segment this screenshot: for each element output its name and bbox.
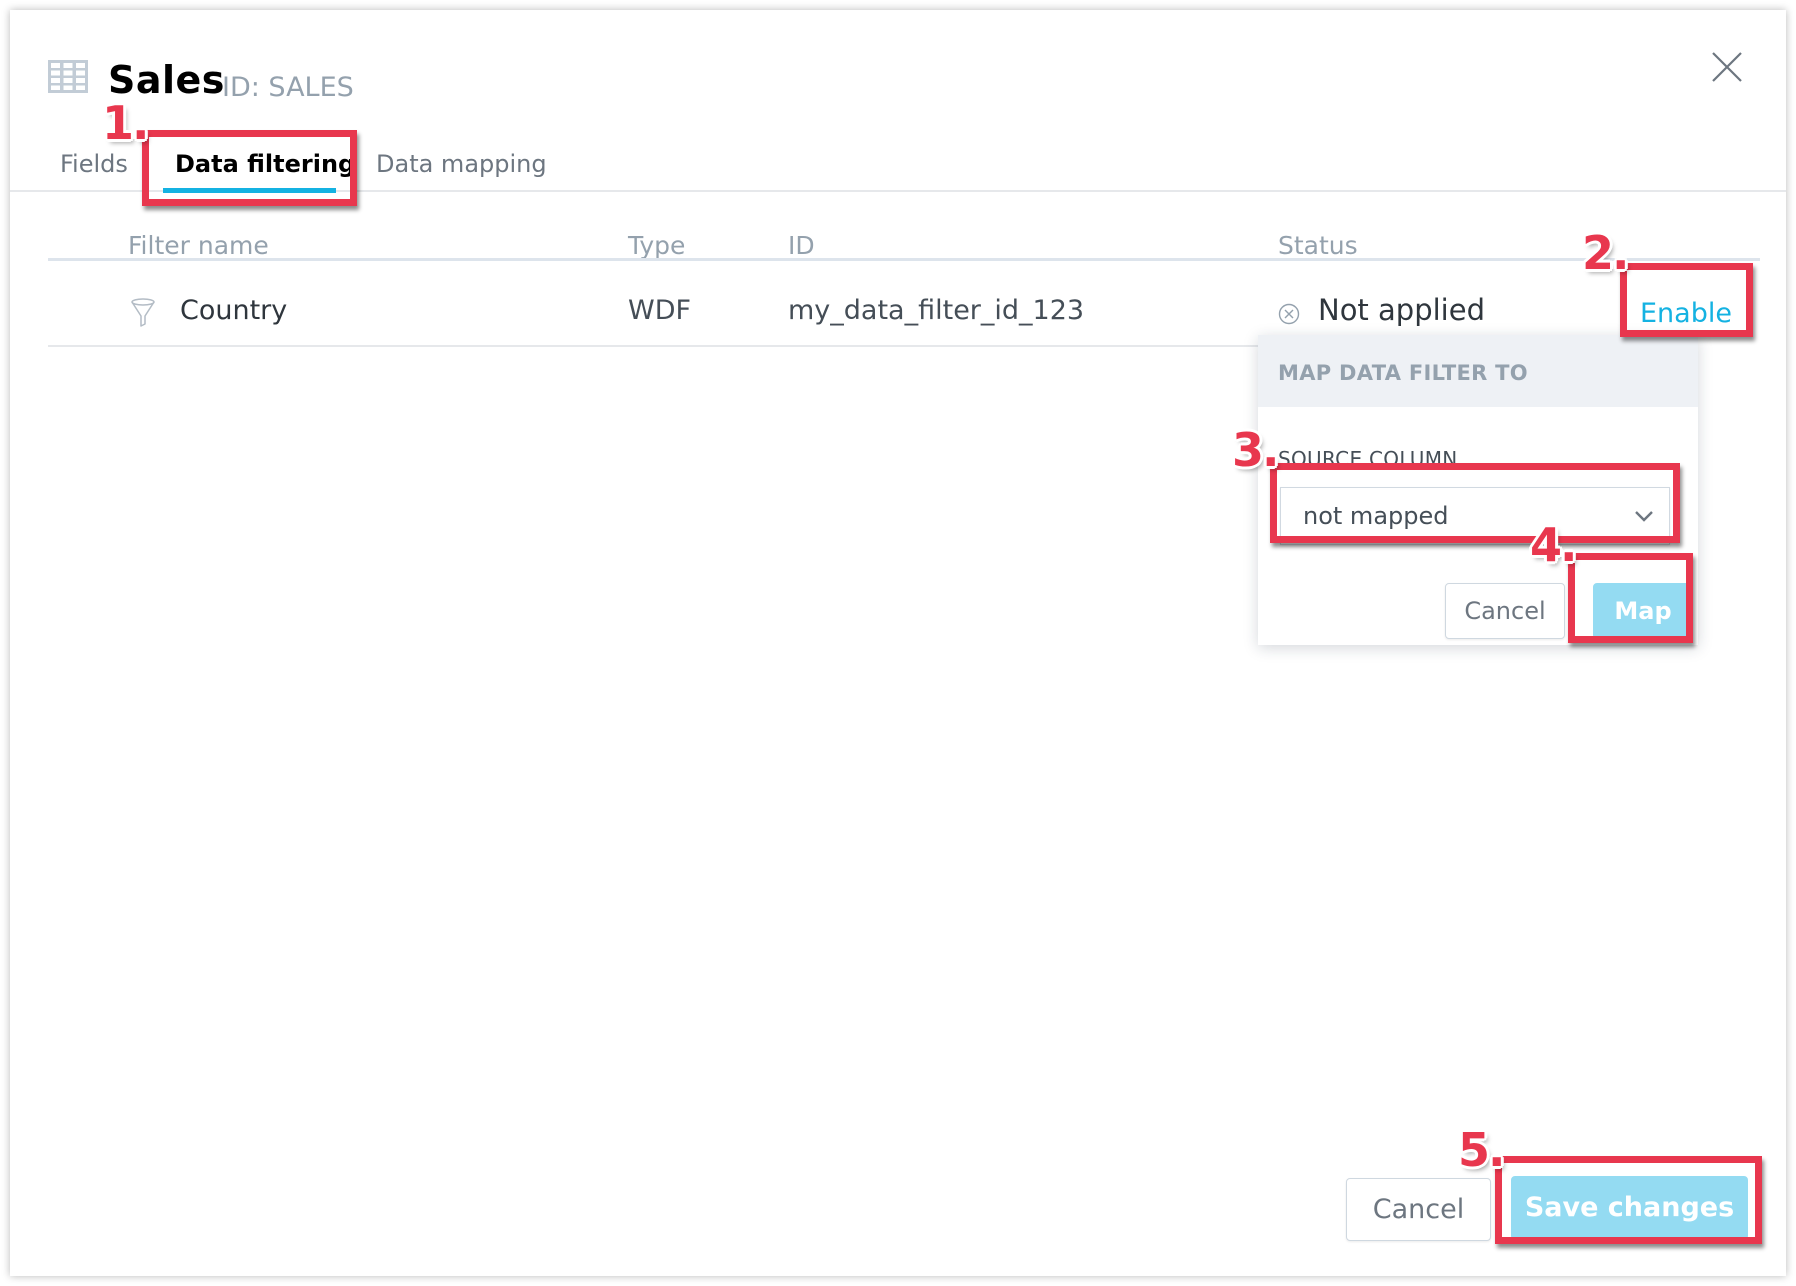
chevron-down-icon: [1635, 511, 1653, 522]
popover-title: MAP DATA FILTER TO: [1278, 361, 1528, 385]
save-changes-button[interactable]: Save changes: [1511, 1176, 1748, 1240]
dialog-title: Sales: [108, 58, 225, 102]
column-header-filter-name: Filter name: [128, 231, 269, 260]
table-icon: [48, 60, 88, 93]
filter-name: Country: [180, 295, 288, 326]
map-data-filter-popover: MAP DATA FILTER TO SOURCE COLUMN not map…: [1258, 335, 1698, 645]
filter-id: my_data_filter_id_123: [788, 295, 1085, 326]
status-text: Not applied: [1318, 293, 1485, 327]
source-column-select[interactable]: not mapped: [1280, 487, 1670, 545]
cancel-button[interactable]: Cancel: [1346, 1178, 1491, 1241]
dataset-id: ID: SALES: [222, 72, 354, 103]
row-divider: [48, 345, 1270, 347]
filter-type: WDF: [628, 295, 692, 326]
dataset-dialog: Sales ID: SALES Fields Data filtering Da…: [10, 10, 1786, 1276]
close-icon[interactable]: [1710, 50, 1744, 84]
source-column-value: not mapped: [1303, 502, 1449, 530]
tab-fields[interactable]: Fields: [60, 150, 128, 178]
funnel-icon: [131, 298, 155, 327]
source-column-label: SOURCE COLUMN: [1278, 447, 1458, 471]
not-applied-icon: [1278, 303, 1300, 325]
column-header-type: Type: [628, 231, 686, 260]
map-button[interactable]: Map: [1593, 583, 1693, 639]
column-header-id: ID: [788, 231, 815, 260]
tab-data-mapping[interactable]: Data mapping: [376, 150, 547, 178]
active-tab-indicator: [163, 188, 336, 193]
enable-link[interactable]: Enable: [1640, 298, 1732, 329]
popover-cancel-button[interactable]: Cancel: [1445, 583, 1565, 639]
column-header-status: Status: [1278, 231, 1358, 260]
table-header-divider: [48, 258, 1760, 261]
tab-data-filtering[interactable]: Data filtering: [175, 150, 355, 178]
